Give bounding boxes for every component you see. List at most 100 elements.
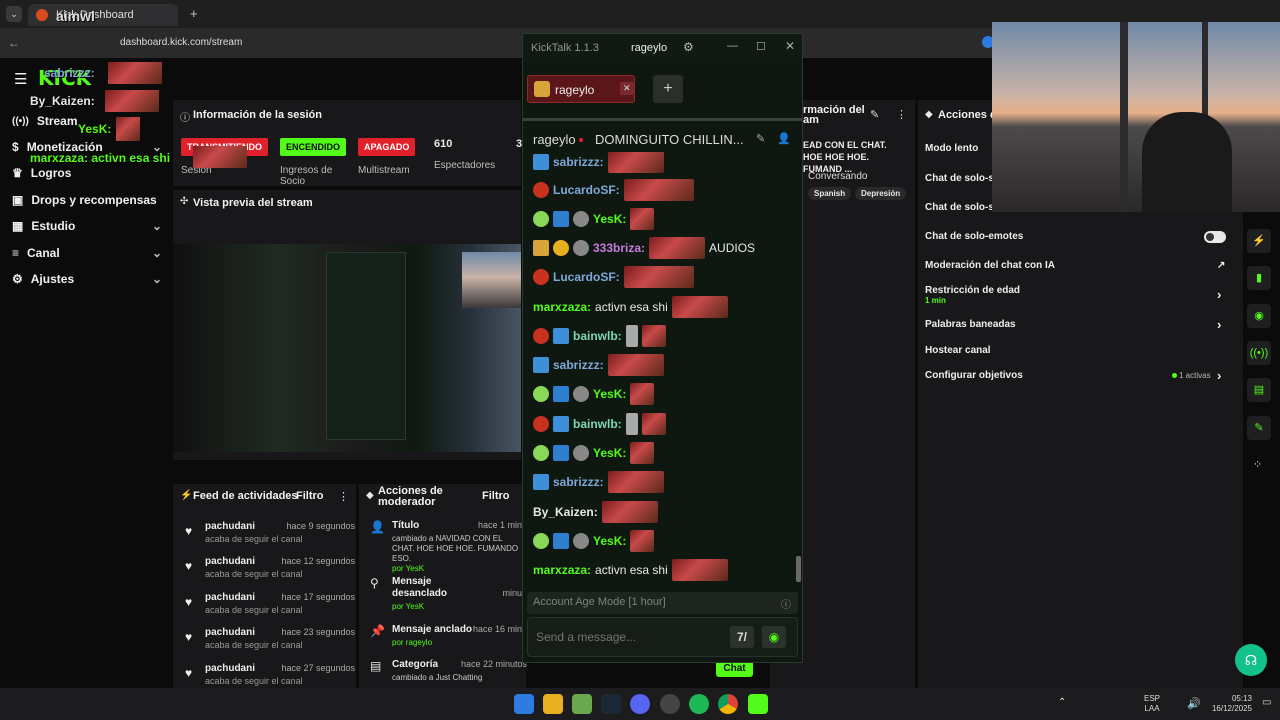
list-icon: ≡ xyxy=(12,246,20,260)
broadcast-icon: ((•)) xyxy=(12,115,29,127)
maximize-icon[interactable]: ☐ xyxy=(756,40,766,53)
age-restriction-setting[interactable]: Restricción de edad 1 min › xyxy=(925,285,1230,305)
file-explorer-icon[interactable] xyxy=(543,694,563,714)
chat-tab[interactable]: rageylo ✕ xyxy=(527,75,635,103)
emotes-only-toggle[interactable] xyxy=(1204,231,1226,243)
back-arrow-icon[interactable]: ← xyxy=(8,36,20,50)
chat-username[interactable]: sabrizzz: xyxy=(553,358,604,372)
tray-chevron-icon[interactable]: ⌃ xyxy=(1058,697,1066,708)
steam-icon[interactable] xyxy=(601,694,621,714)
chat-username[interactable]: bainwlb: xyxy=(573,329,622,343)
chat-scrollbar[interactable] xyxy=(796,556,801,582)
support-chat-button[interactable]: ☊ xyxy=(1235,644,1267,676)
chat-username[interactable]: YesK: xyxy=(593,446,626,460)
chat-rail-icon[interactable]: ◉ xyxy=(1247,304,1271,328)
santa-emote-icon xyxy=(607,152,664,173)
windows-start-icon[interactable] xyxy=(514,694,534,714)
layout-rail-icon[interactable]: ▤ xyxy=(1247,378,1271,402)
notification-icon[interactable]: ▭ xyxy=(1262,697,1271,708)
activity-user[interactable]: pachudani xyxy=(205,556,255,567)
volume-icon[interactable]: 🔊 xyxy=(1187,697,1201,710)
chat-username[interactable]: By_Kaizen: xyxy=(533,505,598,519)
sidebar-item-label: Ajustes xyxy=(30,272,75,286)
mod-filter-button[interactable]: Filtro xyxy=(482,490,510,502)
chat-username[interactable]: YesK: xyxy=(593,534,626,548)
chat-username[interactable]: LucardoSF: xyxy=(553,270,620,284)
chrome-icon[interactable] xyxy=(718,694,738,714)
chat-username[interactable]: YesK: xyxy=(593,212,626,226)
user-icon[interactable]: 👤 xyxy=(777,132,791,145)
chat-username[interactable]: 333briza: xyxy=(593,241,645,255)
chat-username[interactable]: sabrizzz: xyxy=(553,155,604,169)
url-field[interactable]: dashboard.kick.com/stream xyxy=(120,37,242,48)
dots-rail-icon[interactable]: ⁘ xyxy=(1253,458,1262,471)
sidebar-item-label: Drops y recompensas xyxy=(31,193,157,207)
tab-list-button[interactable]: ⌄ xyxy=(6,6,22,22)
channel-name[interactable]: rageylo xyxy=(533,132,576,147)
broadcast-rail-icon[interactable]: ((•)) xyxy=(1247,341,1271,365)
santa-emote-icon xyxy=(607,354,664,376)
pin-icon[interactable]: ✎ xyxy=(756,132,765,145)
emote-picker-icon[interactable]: ◉ xyxy=(762,626,786,648)
goals-setting[interactable]: Configurar objetivos 1 activas › xyxy=(925,368,1230,383)
add-chat-button[interactable]: + xyxy=(653,75,683,103)
activity-user[interactable]: pachudani xyxy=(205,521,255,532)
kebab-menu-icon[interactable]: ⋮ xyxy=(338,490,349,503)
info-icon[interactable]: ⓘ xyxy=(781,596,791,611)
chat-info-bar: Account Age Mode [1 hour] ⓘ xyxy=(527,592,798,614)
new-tab-button[interactable]: + xyxy=(190,6,198,21)
file-rail-icon[interactable]: ▮ xyxy=(1247,266,1271,290)
activity-user[interactable]: pachudani xyxy=(205,663,255,674)
obs-icon[interactable] xyxy=(660,694,680,714)
bolt-rail-icon[interactable]: ⚡ xyxy=(1247,229,1271,253)
emotes-only-setting[interactable]: Chat de solo-emotes xyxy=(925,231,1230,242)
chat-username[interactable]: YesK: xyxy=(593,387,626,401)
language-indicator[interactable]: ESP LAA xyxy=(1144,694,1160,714)
chat-username[interactable]: bainwlb: xyxy=(573,417,622,431)
app-icon[interactable] xyxy=(572,694,592,714)
santa-emote-icon xyxy=(623,179,694,201)
spotify-icon[interactable] xyxy=(689,694,709,714)
mod-badge-icon xyxy=(533,211,549,227)
close-icon[interactable]: ✕ xyxy=(785,39,795,53)
sidebar-item-ajustes[interactable]: ⚙ Ajustes ⌄ xyxy=(12,272,162,286)
sidebar-item-canal[interactable]: ≡ Canal ⌄ xyxy=(12,246,162,260)
account-name[interactable]: rageylo xyxy=(631,42,667,54)
overlay-chat-line: YesK: xyxy=(78,122,112,136)
sidebar-item-drops[interactable]: ▣ Drops y recompensas xyxy=(12,193,162,207)
chat-username[interactable]: marxzaza: xyxy=(533,563,591,577)
chat-username[interactable]: marxzaza: xyxy=(533,300,591,314)
browser-tab[interactable]: Kick Dashboard xyxy=(28,4,178,26)
heart-icon: ♥ xyxy=(185,595,193,609)
stream-preview-title: Vista previa del stream xyxy=(193,197,313,209)
chat-message: LucardoSF: xyxy=(533,265,798,289)
kicktalk-taskbar-icon[interactable] xyxy=(748,694,768,714)
chat-text: AUDIOS xyxy=(709,241,756,255)
ai-moderation-setting[interactable]: Moderación del chat con IA ↗ xyxy=(925,260,1230,271)
settings-gear-icon[interactable]: ⚙ xyxy=(683,40,694,54)
activity-user[interactable]: pachudani xyxy=(205,592,255,603)
sidebar-item-estudio[interactable]: ▦ Estudio ⌄ xyxy=(12,219,162,233)
discord-icon[interactable] xyxy=(630,694,650,714)
chevron-right-icon: › xyxy=(1217,368,1222,383)
santa-emote-icon xyxy=(193,146,247,168)
menu-icon[interactable]: ☰ xyxy=(14,70,27,88)
clock[interactable]: 05:13 16/12/2025 xyxy=(1208,694,1252,714)
chat-message: YesK: xyxy=(533,382,798,406)
kebab-menu-icon[interactable]: ⋮ xyxy=(896,108,907,121)
chevron-right-icon: › xyxy=(1217,287,1222,302)
activity-user[interactable]: pachudani xyxy=(205,627,255,638)
minimize-icon[interactable]: — xyxy=(727,40,738,52)
close-tab-icon[interactable]: ✕ xyxy=(620,82,634,95)
wrench-rail-icon[interactable]: ✎ xyxy=(1247,416,1271,440)
chat-username[interactable]: sabrizzz: xyxy=(553,475,604,489)
chat-message: sabrizzz: xyxy=(533,470,798,494)
banned-words-setting[interactable]: Palabras baneadas › xyxy=(925,317,1230,332)
chat-username[interactable]: LucardoSF: xyxy=(553,183,620,197)
sidebar-item-logros[interactable]: ♛ Logros xyxy=(12,166,162,180)
edit-icon[interactable]: ✎ xyxy=(870,108,879,121)
activity-filter-button[interactable]: Filtro xyxy=(296,490,324,502)
kicktalk-logo-icon[interactable]: 7/ xyxy=(730,626,754,648)
chat-input[interactable] xyxy=(536,628,716,646)
host-channel-setting[interactable]: Hostear canal xyxy=(925,345,1230,356)
